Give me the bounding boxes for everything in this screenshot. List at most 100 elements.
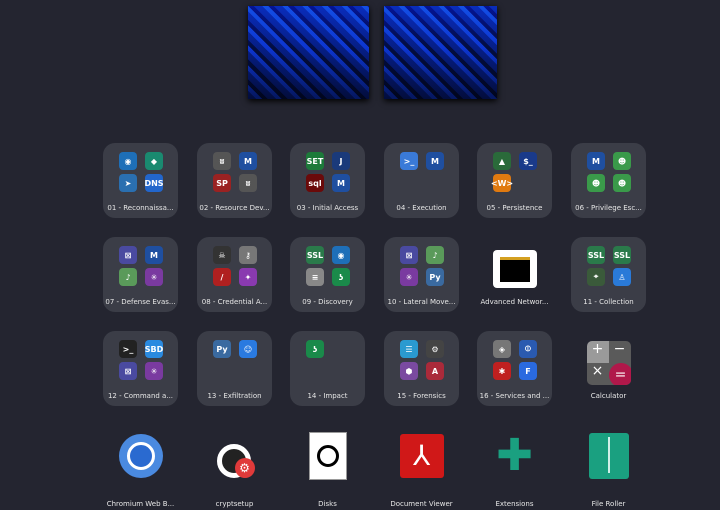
folder-icon-grid: M ☻ ☻ ☻	[583, 151, 635, 195]
document-viewer-icon: ⅄	[398, 432, 446, 480]
dragon-icon: ʬ	[239, 174, 257, 192]
app-folder[interactable]: ⊠ M ♪ ✳ 07 - Defense Evas...	[103, 237, 178, 312]
app-launcher[interactable]: Disks	[290, 424, 365, 508]
app-folder[interactable]: SET Jsql M 03 - Initial Access	[290, 143, 365, 218]
app-folder[interactable]: >_ SBD ⊠ ✳ 12 - Command a...	[103, 331, 178, 406]
ring-icon: ⦶	[519, 340, 537, 358]
spider-icon: ✳	[400, 268, 418, 286]
app-launcher[interactable]: ✚ Extensions	[477, 424, 552, 509]
app-label: Disks	[318, 500, 337, 508]
gear-doc-icon: ⚙	[426, 340, 444, 358]
app-label: File Roller	[591, 500, 626, 508]
folder-label: 11 - Collection	[583, 298, 634, 306]
folder-icon-grid: ʖ	[302, 339, 354, 383]
workspace-thumbnail-2[interactable]	[384, 6, 497, 99]
calculator-icon: + − × =	[585, 339, 633, 387]
hook-icon: ʖ	[306, 340, 324, 358]
app-folder[interactable]: ◈ ⦶ ✱ F 16 - Services and ...	[477, 331, 552, 406]
app-launcher[interactable]: Advanced Networ...	[477, 237, 552, 312]
folder-icon-grid: ▲ $_ <W>	[489, 151, 541, 195]
bell-icon: ♪	[426, 246, 444, 264]
list-icon: ☰	[400, 340, 418, 358]
bug-icon: ✱	[493, 362, 511, 380]
sniffer-icon: ⌖	[587, 268, 605, 286]
window-icon: ⊠	[119, 362, 137, 380]
app-folder[interactable]: ʖ 14 - Impact	[290, 331, 365, 406]
sql-icon: sql	[306, 174, 324, 192]
folder-icon-grid: ☰ ⚙ ⬢ A	[396, 339, 448, 383]
terminal-icon: >_	[400, 152, 418, 170]
peas-icon: ☻	[613, 152, 631, 170]
window-icon: ⊠	[119, 246, 137, 264]
folder-label: 15 - Forensics	[397, 392, 446, 400]
shell-icon: $_	[519, 152, 537, 170]
folder-label: 02 - Resource Dev...	[199, 204, 270, 212]
cryptsetup-icon: ⚙	[211, 432, 259, 480]
diamond-icon: ◆	[145, 152, 163, 170]
app-label: Document Viewer	[390, 500, 453, 508]
folder-label: 10 - Lateral Move...	[387, 298, 456, 306]
eye-icon: ◉	[332, 246, 350, 264]
app-folder[interactable]: Py ☺ 13 - Exfiltration	[197, 331, 272, 406]
app-launcher[interactable]: Chromium Web B...	[103, 424, 178, 508]
app-folder[interactable]: ☠ ⚷ / ✦ 08 - Credential A...	[197, 237, 272, 312]
folder-label: 09 - Discovery	[302, 298, 353, 306]
person-icon: ♙	[613, 268, 631, 286]
app-folder[interactable]: SSL SSL ⌖ ♙ 11 - Collection	[571, 237, 646, 312]
dragon-icon: ʬ	[213, 152, 231, 170]
folder-icon-grid: ☠ ⚷ / ✦	[209, 245, 261, 289]
folder-label: 14 - Impact	[307, 392, 348, 400]
app-launcher[interactable]: ⅄ Document Viewer	[384, 424, 459, 508]
j-icon: J	[332, 152, 350, 170]
folder-label: 04 - Execution	[396, 204, 447, 212]
folder-icon-grid: SSL SSL ⌖ ♙	[583, 245, 635, 289]
app-folder[interactable]: M ☻ ☻ ☻ 06 - Privilege Esc...	[571, 143, 646, 218]
folder-icon-grid: Py ☺	[209, 339, 261, 383]
syringe-icon: /	[213, 268, 231, 286]
winpeas-icon: ☻	[613, 174, 631, 192]
app-folder[interactable]: ☰ ⚙ ⬢ A 15 - Forensics	[384, 331, 459, 406]
folder-label: 07 - Defense Evas...	[105, 298, 176, 306]
network-port-icon	[491, 245, 539, 293]
terminal-icon: >_	[119, 340, 137, 358]
linpeas-icon: ☻	[587, 174, 605, 192]
ssl-lock-icon: SSL	[613, 246, 631, 264]
folder-icon-grid: SET Jsql M	[302, 151, 354, 195]
app-folder[interactable]: ʬ M SP ʬ 02 - Resource Dev...	[197, 143, 272, 218]
metasploit-icon: M	[239, 152, 257, 170]
mask-icon: ☠	[213, 246, 231, 264]
window-icon: ⊠	[400, 246, 418, 264]
disk-stack-icon: ≡	[306, 268, 324, 286]
app-folder[interactable]: ⊠ ♪ ✳ Py 10 - Lateral Move...	[384, 237, 459, 312]
app-folder[interactable]: >_ M 04 - Execution	[384, 143, 459, 218]
app-label: cryptsetup	[215, 500, 254, 508]
bell-icon: ♪	[119, 268, 137, 286]
fish-icon: ➤	[119, 174, 137, 192]
app-folder[interactable]: ◉ ◆ ➤ DNS 01 - Reconnaissa...	[103, 143, 178, 218]
app-launcher[interactable]: File Roller	[571, 424, 646, 508]
app-label: Chromium Web B...	[106, 500, 175, 508]
folder-icon-grid: ⊠ M ♪ ✳	[115, 245, 167, 289]
weevely-icon: <W>	[491, 174, 513, 192]
app-folder[interactable]: SSL ◉ ≡ ʖ 09 - Discovery	[290, 237, 365, 312]
app-launcher[interactable]: ⚙ cryptsetup	[197, 424, 272, 508]
key-icon: ⚷	[239, 246, 257, 264]
autopsy-icon: A	[426, 362, 444, 380]
metasploit-icon: M	[332, 174, 350, 192]
cube-icon: ◈	[493, 340, 511, 358]
folder-label: 05 - Persistence	[486, 204, 543, 212]
dns-icon: DNS	[144, 174, 164, 192]
file-roller-icon	[585, 432, 633, 480]
set-icon: SET	[306, 152, 324, 170]
spider-icon: ✳	[145, 268, 163, 286]
app-folder[interactable]: ▲ $_ <W> 05 - Persistence	[477, 143, 552, 218]
hook-icon: ʖ	[332, 268, 350, 286]
folder-label: 03 - Initial Access	[296, 204, 359, 212]
folder-icon-grid: ⊠ ♪ ✳ Py	[396, 245, 448, 289]
hexagon-icon: ⬢	[400, 362, 418, 380]
python-icon: Py	[213, 340, 231, 358]
app-launcher[interactable]: + − × = Calculator	[571, 331, 646, 406]
workspace-thumbnail-1[interactable]	[248, 6, 369, 99]
bottle-icon: ▲	[493, 152, 511, 170]
ssl-lock-icon: SSL	[587, 246, 605, 264]
